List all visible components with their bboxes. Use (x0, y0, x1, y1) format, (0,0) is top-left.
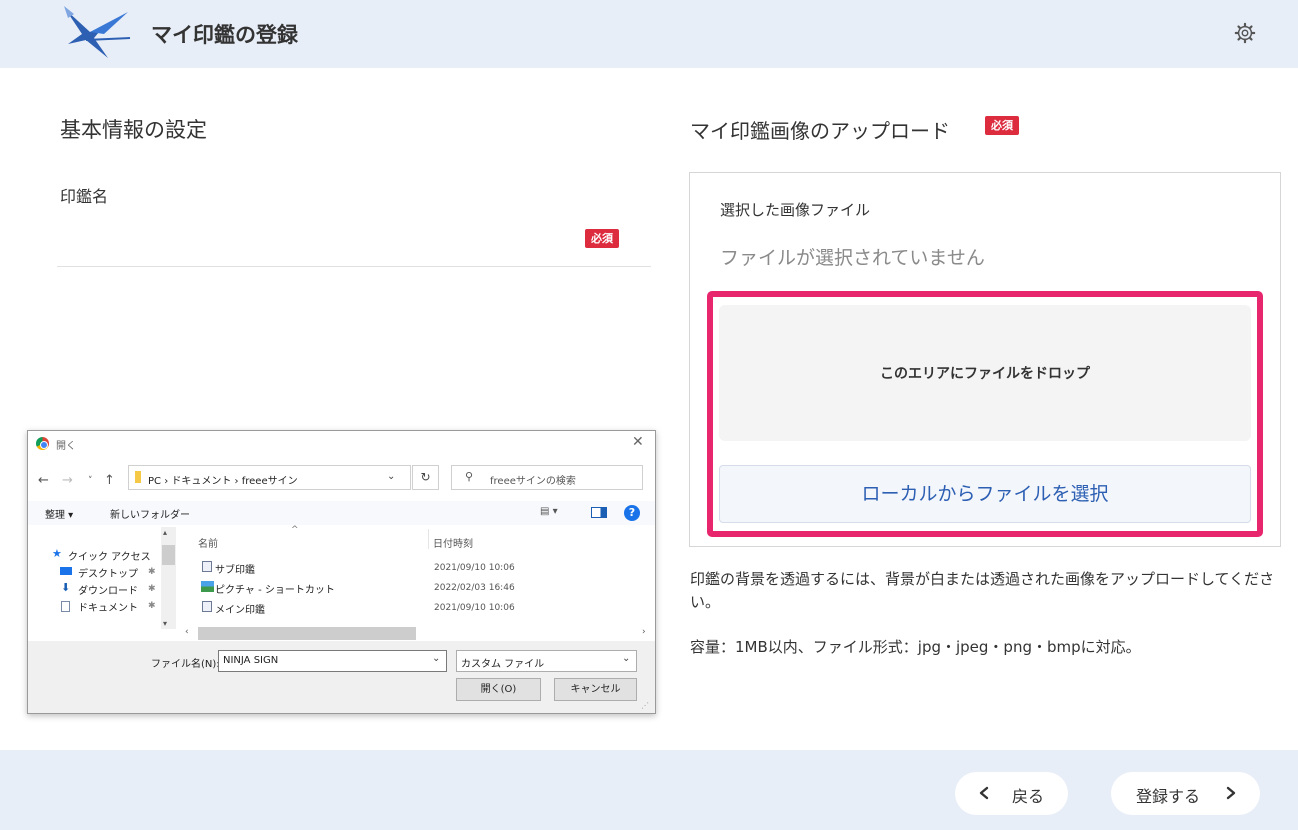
tree-item-downloads[interactable]: ダウンロード (78, 582, 138, 597)
address-path: PC › ドキュメント › freeeサイン (148, 476, 298, 487)
file-icon (202, 601, 212, 612)
list-item[interactable]: メイン印鑑 (215, 601, 265, 616)
close-icon[interactable]: ✕ (632, 434, 644, 450)
back-button-label: 戻る (1012, 787, 1045, 806)
document-icon (61, 601, 70, 612)
app-header: マイ印鑑の登録 (0, 0, 1298, 68)
list-item[interactable]: ピクチャ - ショートカット (215, 581, 335, 596)
chevron-down-icon[interactable]: ⌄ (387, 471, 395, 482)
gear-icon[interactable] (1234, 22, 1256, 44)
chrome-icon (36, 437, 49, 450)
view-options-icon[interactable]: ▤ ▾ (540, 506, 558, 517)
tree-item-documents[interactable]: ドキュメント (78, 599, 138, 614)
column-divider (428, 529, 429, 549)
file-icon (202, 561, 212, 572)
filetype-value: カスタム ファイル (461, 659, 545, 670)
desktop-icon (60, 567, 72, 575)
chevron-left-icon (979, 786, 989, 800)
required-badge: 必須 (585, 229, 619, 249)
page-footer (0, 750, 1298, 830)
organize-menu[interactable]: 整理 ▾ (45, 506, 73, 521)
column-header-name[interactable]: 名前 (198, 535, 218, 550)
upload-title: マイ印鑑画像のアップロード (690, 119, 950, 143)
star-icon: ★ (52, 547, 62, 560)
picture-shortcut-icon (201, 581, 214, 592)
chevron-up-icon[interactable]: ▴ (163, 528, 167, 537)
filename-value: NINJA SIGN (223, 655, 279, 666)
dialog-search-placeholder: freeeサインの検索 (490, 476, 576, 487)
refresh-icon[interactable]: ↻ (412, 465, 439, 490)
search-icon: ⚲ (465, 470, 474, 483)
scroll-thumb[interactable] (162, 545, 175, 565)
preview-pane-icon[interactable] (591, 507, 607, 518)
seal-name-label: 印鑑名 (60, 187, 109, 206)
transparency-note: 印鑑の背景を透過するには、背景が白または透過された画像をアップロードしてください… (690, 570, 1275, 611)
format-note: 容量：1MB以内、ファイル形式：jpg・jpeg・png・bmpに対応。 (690, 638, 1141, 656)
list-item[interactable]: サブ印鑑 (215, 561, 255, 576)
pin-icon: ✱ (148, 601, 156, 611)
highlight-frame (707, 291, 1263, 537)
chevron-left-icon[interactable]: ‹ (185, 627, 189, 637)
forward-arrow-icon[interactable]: → (62, 473, 73, 488)
file-date: 2021/09/10 10:06 (434, 603, 515, 613)
horizontal-scrollbar[interactable] (198, 627, 416, 640)
back-arrow-icon[interactable]: ← (38, 473, 49, 488)
register-button-label: 登録する (1136, 787, 1201, 806)
chevron-down-icon[interactable]: ⌄ (622, 653, 630, 664)
required-badge: 必須 (985, 116, 1019, 136)
filename-label: ファイル名(N): (151, 659, 220, 670)
chevron-right-icon[interactable]: › (642, 627, 646, 637)
pin-icon: ✱ (148, 584, 156, 594)
bird-logo-icon (64, 6, 131, 58)
download-icon: ⬇ (61, 581, 71, 594)
tree-scrollbar[interactable] (161, 527, 176, 629)
file-date: 2022/02/03 16:46 (434, 583, 515, 593)
selected-file-value: ファイルが選択されていません (720, 247, 985, 269)
chevron-right-icon (1226, 786, 1236, 800)
file-open-dialog: 開く ✕ ← → ˅ ↑ PC › ドキュメント › freeeサイン ⌄ ↻ … (27, 430, 656, 714)
chevron-down-icon[interactable]: ˅ (88, 476, 93, 486)
up-arrow-icon[interactable]: ↑ (104, 473, 115, 488)
tree-item-quick-access[interactable]: クイック アクセス (68, 548, 151, 563)
sort-caret-icon: ^ (291, 525, 299, 535)
resize-grip-icon[interactable]: ⋰ (641, 701, 649, 710)
tree-item-desktop[interactable]: デスクトップ (78, 565, 138, 580)
seal-name-input[interactable] (57, 266, 651, 267)
file-date: 2021/09/10 10:06 (434, 563, 515, 573)
register-button[interactable]: 登録する (1111, 772, 1260, 815)
column-header-date[interactable]: 日付時刻 (433, 535, 473, 550)
help-icon[interactable]: ? (624, 505, 640, 521)
selected-file-label: 選択した画像ファイル (720, 201, 871, 219)
dialog-title: 開く (56, 441, 76, 452)
pin-icon: ✱ (148, 567, 156, 577)
cancel-button[interactable]: キャンセル (554, 678, 637, 701)
open-button[interactable]: 開く(O) (456, 678, 541, 701)
chevron-down-icon[interactable]: ⌄ (432, 653, 440, 664)
back-button[interactable]: 戻る (955, 772, 1068, 815)
basic-info-title: 基本情報の設定 (60, 118, 207, 142)
new-folder-button[interactable]: 新しいフォルダー (110, 506, 190, 521)
chevron-down-icon[interactable]: ▾ (163, 619, 167, 628)
page-title: マイ印鑑の登録 (151, 23, 298, 47)
folder-icon (135, 471, 141, 483)
